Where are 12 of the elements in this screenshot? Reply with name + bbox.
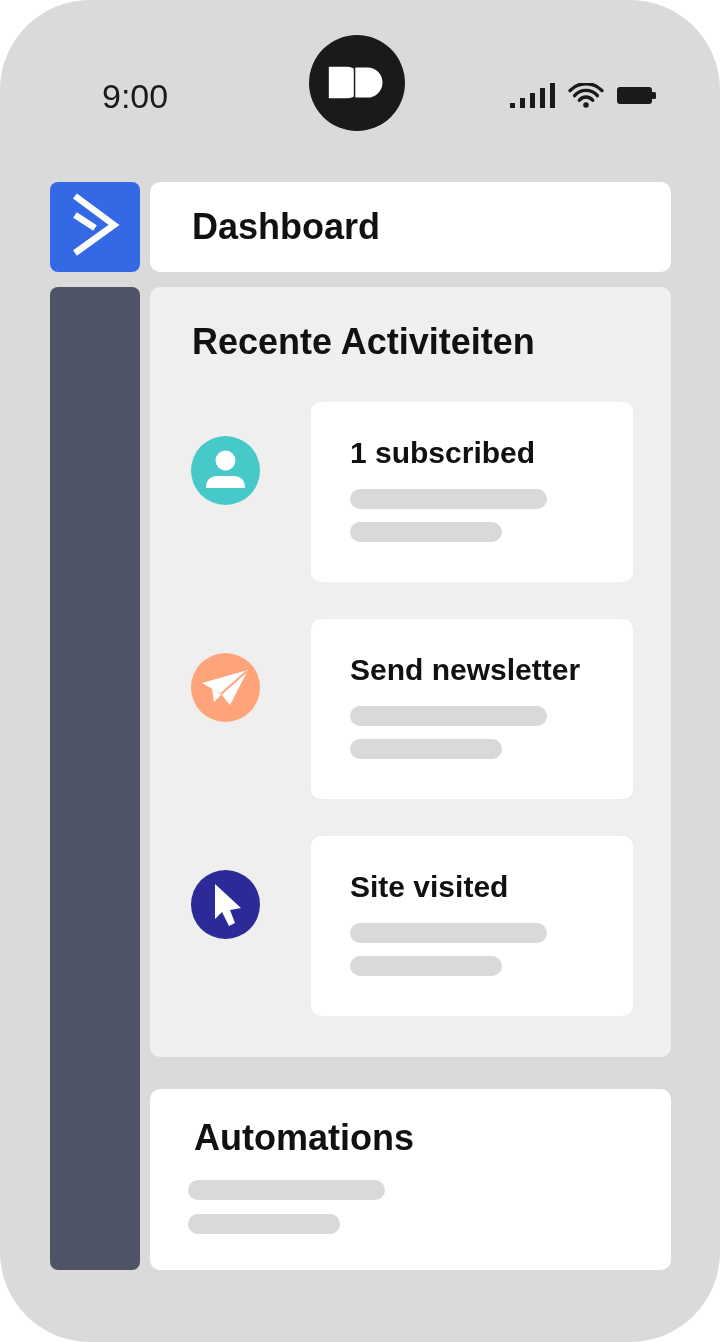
status-time: 9:00 — [102, 77, 169, 115]
battery-icon — [617, 87, 656, 104]
letter-logo-icon — [309, 35, 405, 131]
activity-title: Send newsletter — [350, 652, 581, 688]
page-title: Dashboard — [192, 205, 381, 249]
wifi-icon — [568, 83, 604, 108]
section-title: Automations — [194, 1116, 414, 1160]
activity-title: Site visited — [350, 869, 509, 905]
activity-title: 1 subscribed — [350, 435, 536, 471]
chevron-logo-icon — [50, 182, 140, 272]
panel-title: Recente Activiteiten — [192, 320, 535, 364]
signal-icon — [510, 83, 555, 108]
